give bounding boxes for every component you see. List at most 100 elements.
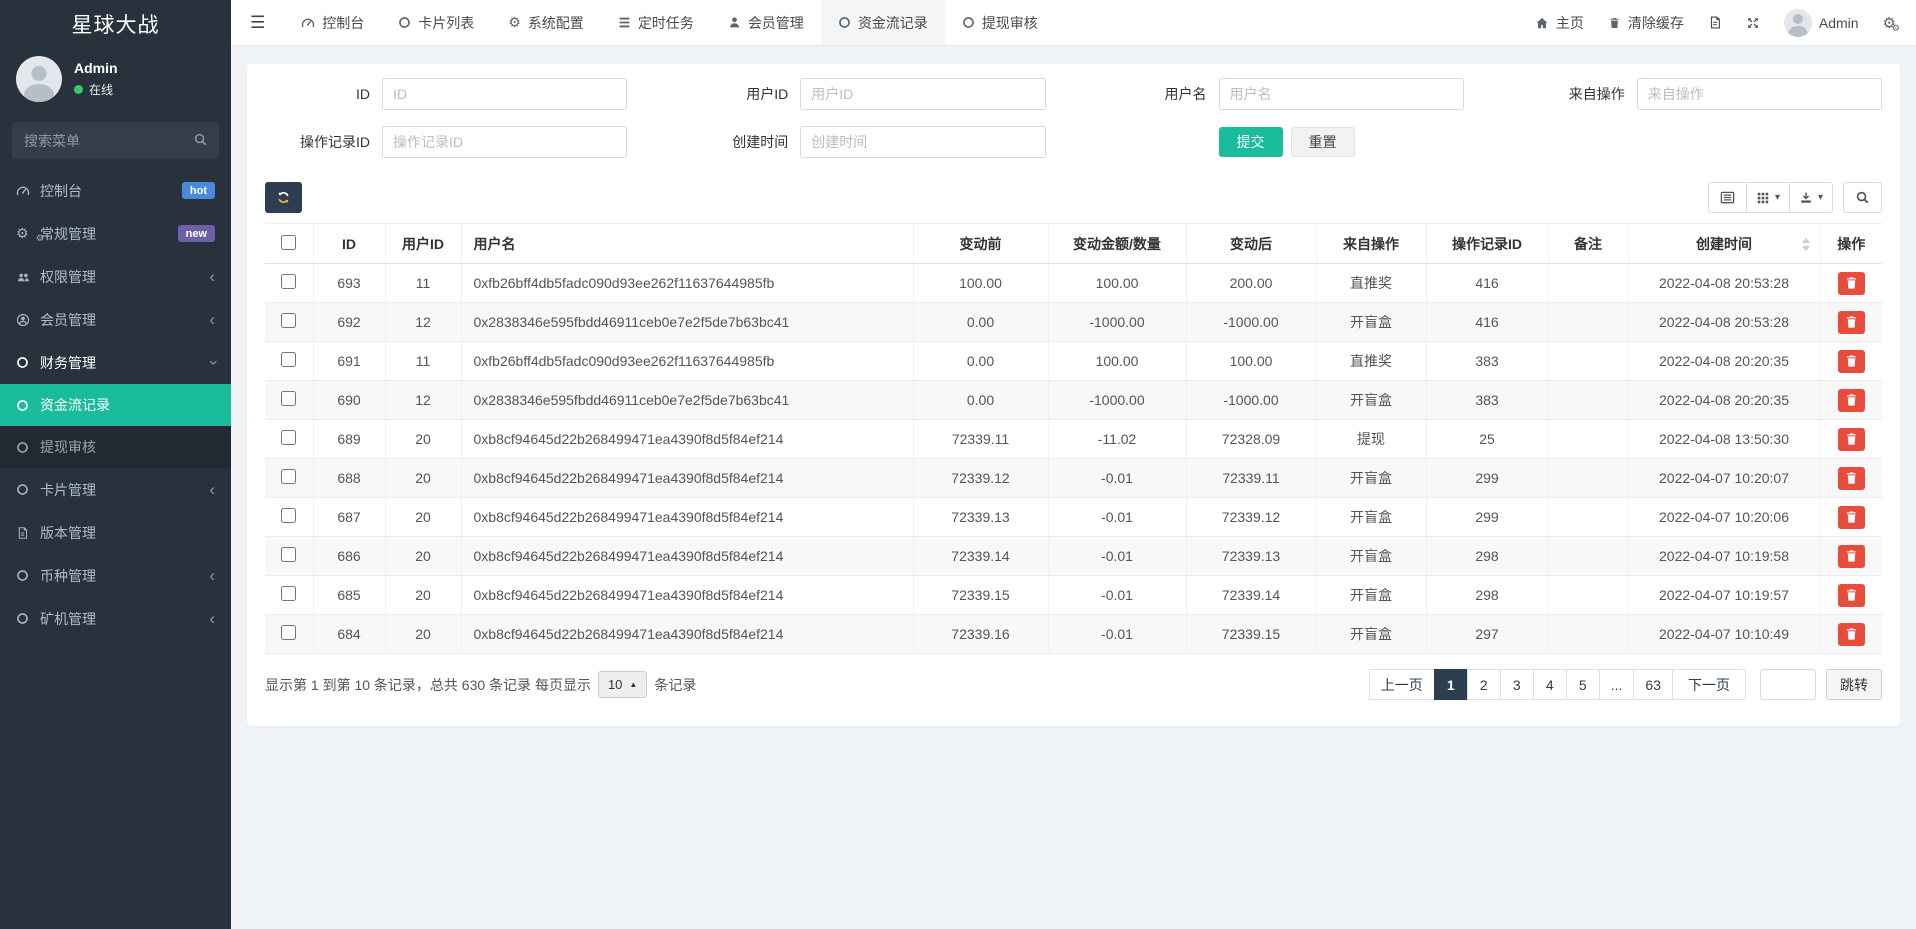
username-input[interactable] xyxy=(1219,78,1464,110)
sidebar-item-dashboard[interactable]: 控制台 hot xyxy=(0,169,231,212)
cell-amount: -11.02 xyxy=(1048,420,1186,459)
new-badge: new xyxy=(178,225,215,242)
tab-system-config[interactable]: ⚙ 系统配置 xyxy=(491,0,601,45)
page-button[interactable]: 63 xyxy=(1633,669,1673,700)
tab-dashboard[interactable]: 控制台 xyxy=(284,0,381,45)
table-row: 689 20 0xb8cf94645d22b268499471ea4390f8d… xyxy=(265,420,1882,459)
col-created[interactable]: 创建时间 xyxy=(1628,224,1820,264)
caret-down-icon: ▾ xyxy=(1775,192,1780,203)
page-button[interactable]: 下一页 xyxy=(1672,669,1746,700)
docs-icon[interactable] xyxy=(1708,15,1722,30)
submit-button[interactable]: 提交 xyxy=(1219,127,1283,157)
row-checkbox[interactable] xyxy=(281,586,296,601)
tab-scheduled-tasks[interactable]: 定时任务 xyxy=(601,0,711,45)
circle-icon xyxy=(16,612,40,625)
delete-button[interactable] xyxy=(1838,311,1865,334)
page-button[interactable]: 5 xyxy=(1566,669,1600,700)
sidebar-item-fund-records[interactable]: 资金流记录 xyxy=(0,384,231,426)
sidebar-item-miners[interactable]: 矿机管理 ‹ xyxy=(0,597,231,640)
page-button[interactable]: ... xyxy=(1599,669,1635,700)
tab-withdraw-review[interactable]: 提现审核 xyxy=(945,0,1055,45)
hamburger-icon[interactable]: ☰ xyxy=(231,0,284,45)
tab-fund-records[interactable]: 资金流记录 xyxy=(821,0,945,45)
sidebar-item-permissions[interactable]: 权限管理 ‹ xyxy=(0,255,231,298)
tab-members[interactable]: 会员管理 xyxy=(711,0,821,45)
delete-button[interactable] xyxy=(1838,272,1865,295)
cell-created: 2022-04-07 10:20:07 xyxy=(1628,459,1820,498)
row-checkbox[interactable] xyxy=(281,313,296,328)
select-all-checkbox[interactable] xyxy=(281,235,296,250)
delete-button[interactable] xyxy=(1838,584,1865,607)
delete-button[interactable] xyxy=(1838,389,1865,412)
source-input[interactable] xyxy=(1637,78,1882,110)
page-button[interactable]: 1 xyxy=(1434,669,1468,700)
id-input[interactable] xyxy=(382,78,627,110)
delete-button[interactable] xyxy=(1838,350,1865,373)
home-link[interactable]: 主页 xyxy=(1535,13,1584,33)
page-button[interactable]: 4 xyxy=(1533,669,1567,700)
cell-created: 2022-04-07 10:19:57 xyxy=(1628,576,1820,615)
delete-button[interactable] xyxy=(1838,506,1865,529)
sidebar-item-currencies[interactable]: 币种管理 ‹ xyxy=(0,554,231,597)
circle-icon xyxy=(16,569,40,582)
delete-button[interactable] xyxy=(1838,545,1865,568)
detail-view-button[interactable] xyxy=(1708,182,1747,213)
page-size-dropdown[interactable]: 10 ▲ xyxy=(598,671,647,698)
row-checkbox[interactable] xyxy=(281,469,296,484)
cell-username: 0xb8cf94645d22b268499471ea4390f8d5f84ef2… xyxy=(461,615,913,654)
cell-username: 0xfb26bff4db5fadc090d93ee262f11637644985… xyxy=(461,342,913,381)
home-icon xyxy=(1535,16,1549,30)
row-checkbox[interactable] xyxy=(281,430,296,445)
user-status: 在线 xyxy=(74,81,118,98)
op-record-id-input[interactable] xyxy=(382,126,627,158)
row-checkbox[interactable] xyxy=(281,391,296,406)
col-after: 变动后 xyxy=(1186,224,1316,264)
delete-button[interactable] xyxy=(1838,428,1865,451)
row-checkbox[interactable] xyxy=(281,274,296,289)
page-button[interactable]: 3 xyxy=(1500,669,1534,700)
export-dropdown-button[interactable]: ▾ xyxy=(1789,182,1833,213)
sidebar-item-finance[interactable]: 财务管理 ‹ xyxy=(0,341,231,384)
search-toggle-button[interactable] xyxy=(1843,182,1882,213)
sidebar-item-withdraw-review[interactable]: 提现审核 xyxy=(0,426,231,468)
row-checkbox[interactable] xyxy=(281,508,296,523)
columns-dropdown-button[interactable]: ▾ xyxy=(1746,182,1790,213)
jump-button[interactable]: 跳转 xyxy=(1826,669,1882,700)
search-icon[interactable] xyxy=(193,132,208,147)
delete-button[interactable] xyxy=(1838,467,1865,490)
cell-after: -1000.00 xyxy=(1186,381,1316,420)
cell-op-record-id: 298 xyxy=(1426,537,1548,576)
page-button[interactable]: 上一页 xyxy=(1369,669,1435,700)
reset-button[interactable]: 重置 xyxy=(1291,127,1355,157)
created-time-input[interactable] xyxy=(800,126,1045,158)
clear-cache-link[interactable]: 清除缓存 xyxy=(1608,13,1684,33)
row-checkbox[interactable] xyxy=(281,547,296,562)
cell-user-id: 20 xyxy=(385,498,461,537)
sidebar-search-input[interactable] xyxy=(12,122,219,159)
app-title: 星球大战 xyxy=(0,0,231,48)
chevron-left-icon: ‹ xyxy=(209,311,215,328)
user-menu[interactable]: Admin xyxy=(1784,9,1859,37)
cell-username: 0x2838346e595fbdd46911ceb0e7e2f5de7b63bc… xyxy=(461,303,913,342)
delete-button[interactable] xyxy=(1838,623,1865,646)
sidebar-item-versions[interactable]: 版本管理 xyxy=(0,511,231,554)
tab-card-list[interactable]: 卡片列表 xyxy=(381,0,491,45)
cell-before: 0.00 xyxy=(913,342,1048,381)
user-id-input[interactable] xyxy=(800,78,1045,110)
refresh-button[interactable] xyxy=(265,182,302,213)
row-checkbox[interactable] xyxy=(281,625,296,640)
row-checkbox[interactable] xyxy=(281,352,296,367)
table-row: 690 12 0x2838346e595fbdd46911ceb0e7e2f5d… xyxy=(265,381,1882,420)
sort-icon[interactable] xyxy=(1802,238,1810,251)
trash-icon xyxy=(1846,355,1857,367)
settings-gears-icon[interactable]: ⚙⚙ xyxy=(1883,14,1896,32)
pagination-bar: 显示第 1 到第 10 条记录，总共 630 条记录 每页显示 10 ▲ 条记录… xyxy=(265,669,1882,700)
sidebar-menu: 控制台 hot ⚙⚙ 常规管理 new 权限管理 ‹ 会员管理 ‹ 财务管理 ‹… xyxy=(0,169,231,929)
sidebar-item-cards[interactable]: 卡片管理 ‹ xyxy=(0,468,231,511)
sidebar-item-general[interactable]: ⚙⚙ 常规管理 new xyxy=(0,212,231,255)
sidebar-item-members[interactable]: 会员管理 ‹ xyxy=(0,298,231,341)
jump-page-input[interactable] xyxy=(1760,669,1816,700)
fullscreen-icon[interactable] xyxy=(1746,16,1760,30)
page-button[interactable]: 2 xyxy=(1467,669,1501,700)
cell-id: 690 xyxy=(313,381,385,420)
